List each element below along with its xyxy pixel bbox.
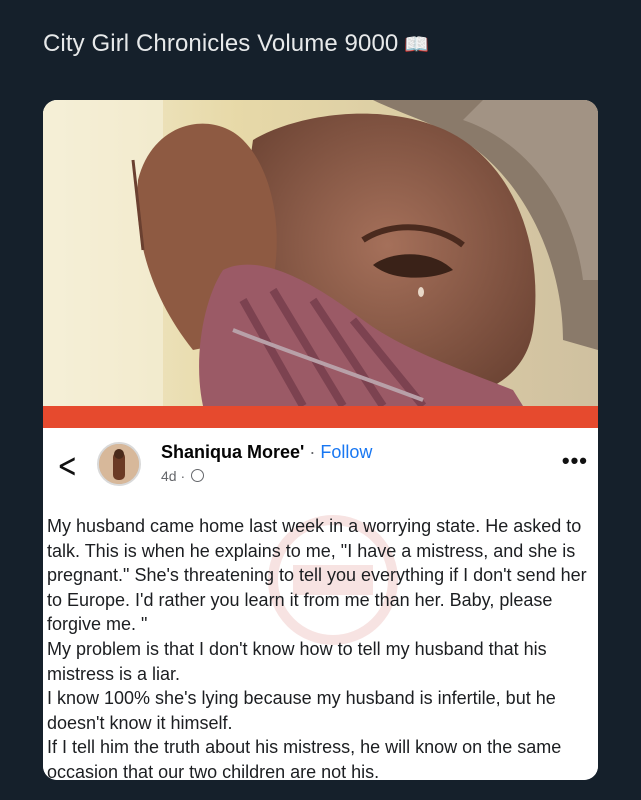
author-name[interactable]: Shaniqua Moree' bbox=[161, 442, 304, 462]
avatar-image bbox=[99, 444, 139, 484]
follow-button[interactable]: Follow bbox=[320, 442, 372, 462]
post-paragraph: My problem is that I don't know how to t… bbox=[47, 638, 547, 684]
author-line: Shaniqua Moree' · Follow bbox=[161, 442, 372, 463]
tweet-caption: City Girl Chronicles Volume 9000 bbox=[43, 30, 399, 57]
separator: · bbox=[309, 442, 316, 462]
post-paragraph: I know 100% she's lying because my husba… bbox=[47, 688, 556, 733]
post-body: My husband came home last week in a worr… bbox=[43, 510, 598, 780]
crying-woman-photo bbox=[43, 100, 598, 406]
post-header: < Shaniqua Moree' · Follow 4d · ••• bbox=[43, 428, 598, 510]
post-text: My husband came home last week in a worr… bbox=[47, 514, 595, 780]
globe-icon bbox=[191, 469, 205, 482]
tweet-text: City Girl Chronicles Volume 9000 📖 bbox=[43, 30, 429, 58]
accent-bar bbox=[43, 406, 598, 428]
open-book-icon: 📖 bbox=[404, 34, 430, 56]
back-chevron-icon[interactable]: < bbox=[57, 446, 77, 486]
avatar[interactable] bbox=[97, 442, 141, 486]
post-time-text: 4d · bbox=[161, 468, 186, 484]
tweet-media-image[interactable]: < Shaniqua Moree' · Follow 4d · ••• My h… bbox=[43, 100, 598, 780]
post-paragraph: If I tell him the truth about his mistre… bbox=[47, 737, 562, 780]
post-time: 4d · bbox=[161, 468, 205, 484]
post-paragraph: My husband came home last week in a worr… bbox=[47, 516, 587, 635]
more-options-icon[interactable]: ••• bbox=[562, 448, 588, 474]
